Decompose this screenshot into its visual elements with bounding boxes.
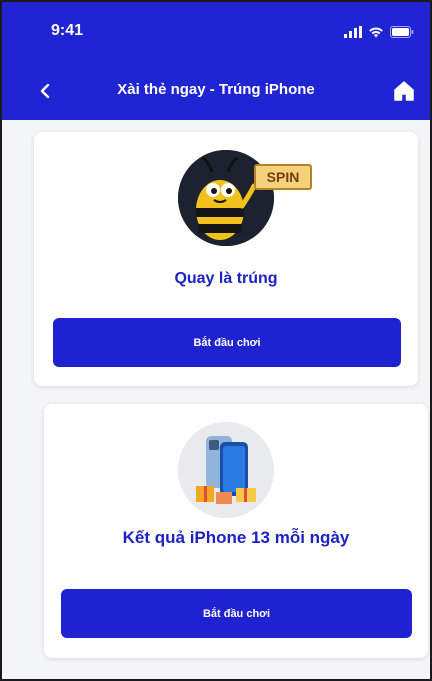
chevron-left-icon (40, 84, 50, 98)
start-iphone-button[interactable]: Bắt đầu chơi (61, 589, 412, 638)
iphone-results-card: Kết quả iPhone 13 mỗi ngày Bắt đầu chơi (44, 404, 428, 658)
nav-bar: Xài thẻ ngay - Trúng iPhone (2, 64, 430, 120)
iphone-prize-image (178, 422, 274, 518)
signal-icon (344, 26, 362, 38)
battery-icon (390, 26, 414, 38)
status-icons (344, 26, 414, 38)
app-frame: 9:41 Xài thẻ ngay - Trúng iPhone SPIN Qu… (0, 0, 432, 681)
status-bar: 9:41 (2, 2, 430, 64)
spin-game-card: SPIN Quay là trúng Bắt đầu chơi (34, 132, 418, 386)
spin-card-title: Quay là trúng (174, 270, 278, 287)
status-time: 9:41 (51, 22, 84, 39)
start-spin-button[interactable]: Bắt đầu chơi (53, 318, 401, 367)
home-icon (394, 81, 414, 101)
app-header: 9:41 Xài thẻ ngay - Trúng iPhone (2, 2, 430, 120)
wifi-icon (369, 27, 383, 38)
home-button[interactable] (388, 75, 420, 107)
iphone-prize-icon (178, 422, 274, 518)
spin-badge-text: SPIN (267, 169, 300, 185)
page-title: Xài thẻ ngay - Trúng iPhone (117, 81, 315, 98)
spin-badge: SPIN (254, 164, 312, 190)
back-button[interactable] (30, 76, 60, 106)
iphone-card-title: Kết quả iPhone 13 mỗi ngày (122, 528, 350, 547)
